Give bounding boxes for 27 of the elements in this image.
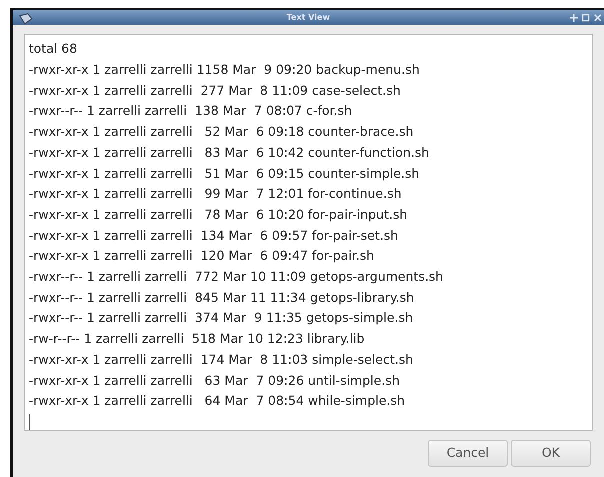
- text-line: -rwxr--r-- 1 zarrelli zarrelli 845 Mar 11 11:34 getops-library.sh: [29, 288, 414, 307]
- text-line: -rwxr--r-- 1 zarrelli zarrelli 138 Mar 7 08:07 c-for.sh: [29, 102, 352, 120]
- text-view[interactable]: [24, 34, 593, 431]
- maximize-icon[interactable]: [582, 14, 590, 22]
- pin-icon[interactable]: [570, 14, 578, 22]
- text-line: -rwxr-xr-x 1 zarrelli zarrelli 1158 Mar 9 09:20 backup-menu.sh: [29, 61, 420, 80]
- text-line: -rwxr--r-- 1 zarrelli zarrelli 374 Mar 9 11:35 getops-simple.sh: [29, 309, 414, 328]
- close-icon[interactable]: [594, 14, 602, 22]
- text-line: -rwxr-xr-x 1 zarrelli zarrelli 83 Mar 6 10:42 counter-function.sh: [29, 144, 430, 162]
- text-line: -rwxr-xr-x 1 zarrelli zarrelli 99 Mar 7 12:01 for-continue.sh: [29, 185, 402, 204]
- app-icon: [19, 13, 33, 25]
- text-line: -rwxr-xr-x 1 zarrelli zarrelli 120 Mar 6 09:47 for-pair.sh: [29, 247, 374, 266]
- dialog-button[interactable]: Cancel: [428, 440, 508, 467]
- text-line: -rw-r--r-- 1 zarrelli zarrelli 518 Mar 10 12:23 library.lib: [29, 330, 365, 348]
- text-line: total 68: [29, 40, 78, 58]
- text-line: -rwxr-xr-x 1 zarrelli zarrelli 174 Mar 8 11:03 simple-select.sh: [29, 350, 414, 369]
- text-line: -rwxr-xr-x 1 zarrelli zarrelli 64 Mar 7 08:54 while-simple.sh: [29, 392, 406, 410]
- text-line: -rwxr-xr-x 1 zarrelli zarrelli 63 Mar 7 09:26 until-simple.sh: [29, 372, 400, 390]
- text-line: -rwxr-xr-x 1 zarrelli zarrelli 134 Mar 6 09:57 for-pair-set.sh: [29, 226, 398, 245]
- text-cursor: [29, 414, 30, 430]
- text-line: -rwxr-xr-x 1 zarrelli zarrelli 52 Mar 6 09:18 counter-brace.sh: [29, 123, 414, 142]
- text-line: -rwxr-xr-x 1 zarrelli zarrelli 78 Mar 6 10:20 for-pair-input.sh: [29, 206, 408, 224]
- text-line: -rwxr-xr-x 1 zarrelli zarrelli 277 Mar 8 11:09 case-select.sh: [29, 82, 401, 100]
- window-title: Text View: [286, 12, 330, 24]
- text-line: -rwxr-xr-x 1 zarrelli zarrelli 51 Mar 6 09:15 counter-simple.sh: [29, 164, 420, 183]
- dialog-button[interactable]: OK: [511, 440, 591, 467]
- text-line: -rwxr--r-- 1 zarrelli zarrelli 772 Mar 10 11:09 getops-arguments.sh: [29, 268, 444, 286]
